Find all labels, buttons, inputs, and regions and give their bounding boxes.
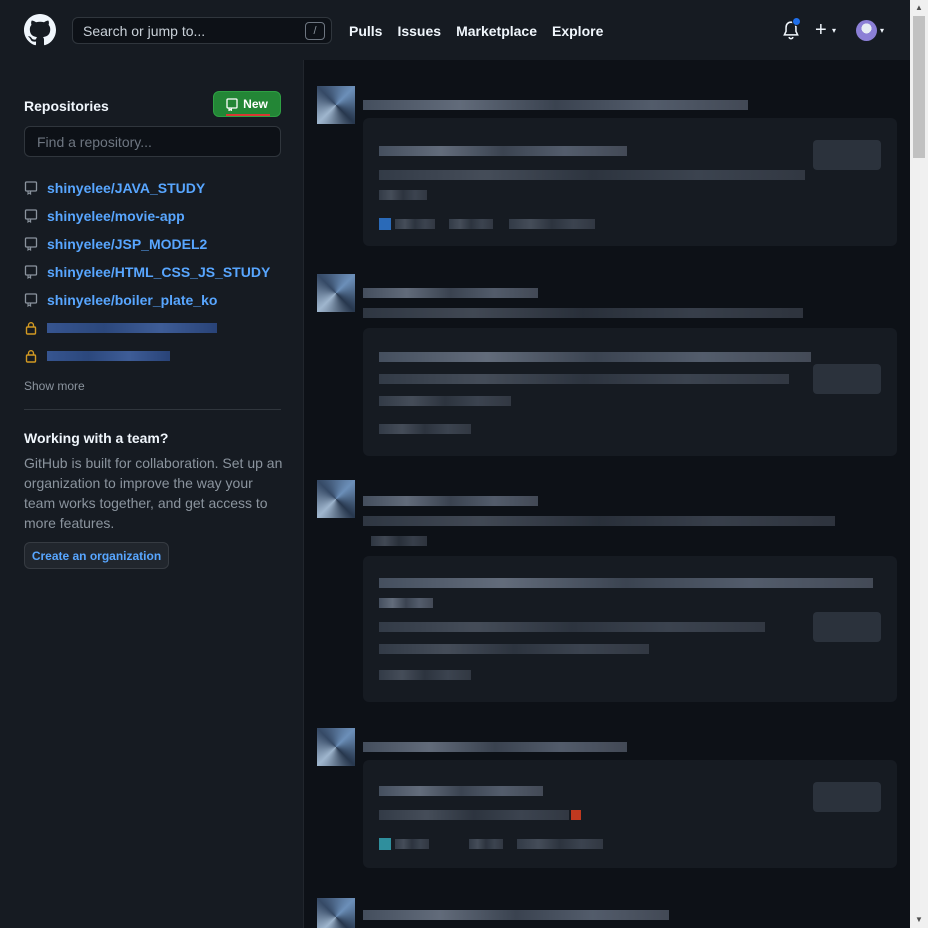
search-placeholder: Search or jump to... bbox=[83, 23, 206, 39]
feed-card-desc bbox=[379, 810, 569, 820]
repo-list-item[interactable]: shinyelee/JAVA_STUDY bbox=[24, 174, 284, 202]
feed-avatar[interactable] bbox=[317, 898, 355, 928]
scroll-down-arrow-icon[interactable]: ▼ bbox=[910, 912, 928, 928]
dashboard-sidebar: Repositories New shinyelee/JAVA_STUDY sh… bbox=[0, 60, 304, 928]
feed-card-title[interactable] bbox=[379, 352, 811, 362]
feed-card-meta bbox=[395, 219, 435, 229]
feed-card-meta bbox=[517, 839, 603, 849]
repo-link[interactable]: shinyelee/JSP_MODEL2 bbox=[47, 236, 207, 252]
feed-card-meta bbox=[469, 839, 503, 849]
feed-card-meta bbox=[395, 839, 429, 849]
top-navbar: Search or jump to... / Pulls Issues Mark… bbox=[0, 0, 910, 60]
repo-link[interactable]: shinyelee/boiler_plate_ko bbox=[47, 292, 217, 308]
scrollbar-thumb[interactable] bbox=[913, 16, 925, 158]
search-input[interactable]: Search or jump to... / bbox=[72, 17, 332, 44]
scroll-up-arrow-icon[interactable]: ▲ bbox=[910, 0, 928, 16]
feed-event-text bbox=[371, 536, 427, 546]
star-button[interactable] bbox=[813, 140, 881, 170]
repo-list-item[interactable]: shinyelee/HTML_CSS_JS_STUDY bbox=[24, 258, 284, 286]
repo-list-item[interactable]: shinyelee/boiler_plate_ko bbox=[24, 286, 284, 314]
team-heading: Working with a team? bbox=[24, 430, 169, 446]
feed-event-text bbox=[363, 496, 538, 506]
feed-card-meta bbox=[509, 219, 595, 229]
feed-card-title[interactable] bbox=[379, 598, 433, 608]
nav-explore[interactable]: Explore bbox=[552, 23, 603, 39]
slash-shortcut-badge: / bbox=[305, 22, 325, 40]
feed-card-desc bbox=[379, 622, 765, 632]
nav-issues[interactable]: Issues bbox=[397, 23, 441, 39]
language-color-dot bbox=[379, 218, 391, 230]
feed-card-meta bbox=[379, 424, 471, 434]
redacted-repo-name[interactable] bbox=[47, 323, 217, 333]
feed-event-text bbox=[363, 742, 627, 752]
feed-card bbox=[363, 118, 897, 246]
repo-icon bbox=[226, 97, 238, 111]
feed-event-text bbox=[363, 308, 803, 318]
feed-event-text bbox=[363, 516, 835, 526]
repository-list: shinyelee/JAVA_STUDY shinyelee/movie-app… bbox=[24, 174, 284, 370]
focus-underline bbox=[226, 114, 270, 116]
private-repo-list-item[interactable] bbox=[24, 342, 284, 370]
lock-icon bbox=[25, 350, 37, 363]
feed-card-desc bbox=[379, 170, 805, 180]
redacted-repo-name[interactable] bbox=[47, 351, 170, 361]
new-button-label: New bbox=[243, 97, 268, 111]
user-menu-caret-icon[interactable]: ▾ bbox=[880, 26, 884, 35]
star-button[interactable] bbox=[813, 364, 881, 394]
show-more-link[interactable]: Show more bbox=[24, 379, 85, 393]
language-color-dot bbox=[379, 838, 391, 850]
header-actions: + ▾ ▾ bbox=[782, 17, 892, 45]
feed-card-desc bbox=[379, 190, 427, 200]
feed-card-desc bbox=[379, 374, 789, 384]
private-repo-list-item[interactable] bbox=[24, 314, 284, 342]
repo-icon bbox=[24, 293, 38, 307]
feed-event-text bbox=[363, 288, 538, 298]
user-avatar[interactable] bbox=[856, 20, 877, 41]
repo-icon bbox=[24, 181, 38, 195]
feed-card-title[interactable] bbox=[379, 578, 873, 588]
create-new-plus-icon[interactable]: + bbox=[815, 19, 827, 42]
feed-avatar[interactable] bbox=[317, 480, 355, 518]
repo-icon bbox=[24, 237, 38, 251]
feed-card-meta bbox=[449, 219, 493, 229]
repo-link[interactable]: shinyelee/HTML_CSS_JS_STUDY bbox=[47, 264, 270, 280]
create-new-caret-icon[interactable]: ▾ bbox=[832, 26, 836, 35]
unread-indicator-dot bbox=[792, 17, 801, 26]
feed-card bbox=[363, 328, 897, 456]
feed-avatar[interactable] bbox=[317, 274, 355, 312]
create-organization-button[interactable]: Create an organization bbox=[24, 542, 169, 569]
lock-icon bbox=[25, 322, 37, 335]
activity-feed bbox=[305, 60, 910, 928]
feed-event-text bbox=[363, 100, 748, 110]
repo-link[interactable]: shinyelee/JAVA_STUDY bbox=[47, 180, 205, 196]
find-repository-input[interactable] bbox=[24, 126, 281, 157]
github-logo-icon[interactable] bbox=[24, 14, 56, 46]
repo-list-item[interactable]: shinyelee/movie-app bbox=[24, 202, 284, 230]
sidebar-divider bbox=[24, 409, 281, 410]
repo-icon bbox=[24, 209, 38, 223]
feed-event-text bbox=[363, 910, 669, 920]
feed-card-title[interactable] bbox=[379, 146, 627, 156]
feed-avatar[interactable] bbox=[317, 86, 355, 124]
feed-card-desc bbox=[379, 396, 511, 406]
primary-nav: Pulls Issues Marketplace Explore bbox=[349, 23, 603, 39]
feed-card-title[interactable] bbox=[379, 786, 543, 796]
feed-avatar[interactable] bbox=[317, 728, 355, 766]
nav-pulls[interactable]: Pulls bbox=[349, 23, 382, 39]
emoji-thumbnail bbox=[571, 810, 581, 820]
star-button[interactable] bbox=[813, 782, 881, 812]
page-scrollbar[interactable]: ▲ ▼ bbox=[910, 0, 928, 928]
team-description: GitHub is built for collaboration. Set u… bbox=[24, 455, 283, 531]
feed-card bbox=[363, 760, 897, 868]
repositories-heading: Repositories bbox=[24, 98, 109, 114]
repo-icon bbox=[24, 265, 38, 279]
feed-card-desc bbox=[379, 644, 649, 654]
repo-link[interactable]: shinyelee/movie-app bbox=[47, 208, 185, 224]
feed-card bbox=[363, 556, 897, 702]
repo-list-item[interactable]: shinyelee/JSP_MODEL2 bbox=[24, 230, 284, 258]
nav-marketplace[interactable]: Marketplace bbox=[456, 23, 537, 39]
feed-card-meta bbox=[379, 670, 471, 680]
star-button[interactable] bbox=[813, 612, 881, 642]
